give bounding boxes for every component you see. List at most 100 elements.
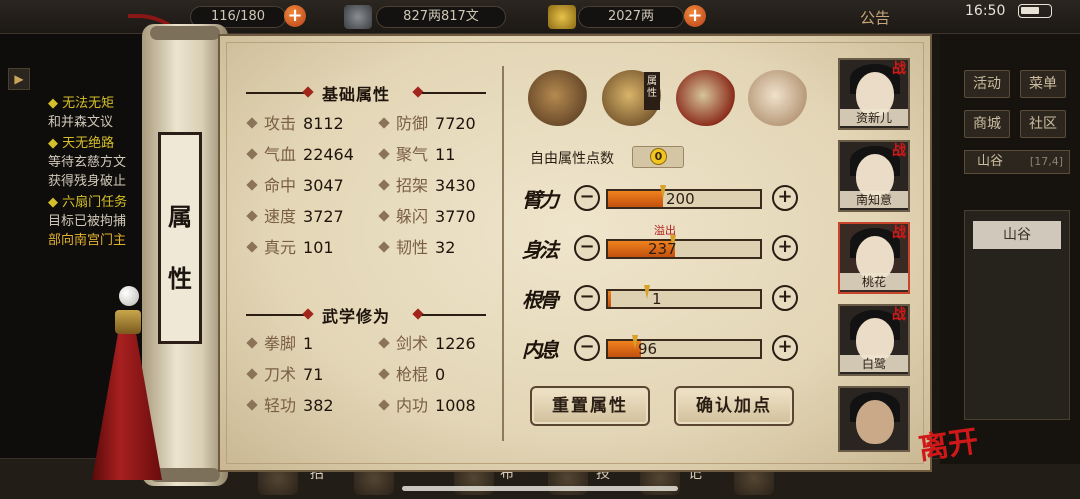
stat-label: 聚气 (396, 145, 429, 164)
quest-desc: 获得残身破止 (48, 174, 127, 189)
body-meridian-icon[interactable] (748, 70, 808, 126)
agility-value: 237 (648, 240, 677, 258)
location-coords: [17,4] (1029, 155, 1063, 168)
stat-label: 拳脚 (264, 334, 297, 353)
stat-toughness: 韧性 32 (378, 238, 456, 258)
stat-value: 32 (435, 238, 456, 257)
stat-value: 22464 (303, 145, 354, 164)
leave-button[interactable]: 离开 (915, 416, 981, 468)
quest-desc: 等待玄慈方文 (48, 155, 127, 170)
agility-bar: 237 (606, 235, 762, 259)
stat-focus: 聚气 11 (378, 145, 456, 165)
notice-button[interactable]: 公告 (860, 7, 890, 28)
location-list-item[interactable]: 山谷 (973, 221, 1061, 249)
stat-label: 命中 (264, 176, 297, 195)
breath-minus-button[interactable]: − (574, 335, 600, 361)
location-display[interactable]: [17,4] 山谷 (964, 150, 1070, 174)
menu-button[interactable]: 菜单 (1020, 70, 1066, 98)
quest-item[interactable]: ◆ 六扇门任务 目标已被拘捕 部向南宫门主 (48, 193, 127, 250)
bar-fill (608, 191, 663, 207)
bar-fill (608, 341, 642, 357)
section-title-base: 基础属性 (322, 85, 391, 104)
bar-fill (608, 291, 612, 307)
agility-plus-button[interactable]: + (772, 235, 798, 261)
stat-label: 轻功 (264, 396, 297, 415)
hat-icon[interactable] (528, 70, 588, 126)
gold-text: 2027两 (607, 9, 655, 24)
confirm-points-button[interactable]: 确认加点 (674, 386, 794, 426)
constitution-plus-button[interactable]: + (772, 285, 798, 311)
breath-bar: 96 (606, 335, 762, 359)
stat-value: 11 (435, 145, 456, 164)
stat-value: 0 (435, 365, 446, 384)
breath-plus-button[interactable]: + (772, 335, 798, 361)
quest-desc: 和并森文议 (48, 115, 114, 130)
stat-label: 攻击 (264, 114, 297, 133)
stat-attack: 攻击 8112 (246, 114, 344, 134)
stat-parry: 招架 3430 (378, 176, 476, 196)
stat-label: 剑术 (396, 334, 429, 353)
bag-add-button[interactable]: + (284, 5, 306, 27)
location-list: 山谷 (964, 210, 1070, 420)
tassel-knot-icon (115, 310, 141, 334)
section-rule (246, 92, 308, 94)
active-tab-badge: 属性 (644, 72, 660, 110)
scroll-title-char: 性 (168, 264, 192, 293)
character-portrait[interactable]: 战 白鹭 (838, 304, 910, 376)
attr-constitution-label: 根骨 (522, 288, 559, 312)
stat-value: 382 (303, 396, 334, 415)
strength-minus-button[interactable]: − (574, 185, 600, 211)
section-rule (246, 314, 308, 316)
stat-label: 枪棍 (396, 365, 429, 384)
gold-display: 2027两 (578, 6, 684, 28)
scroll-cap (150, 26, 220, 40)
stat-value: 3770 (435, 207, 476, 226)
quest-desc: 目标已被拘捕 (48, 214, 127, 229)
bag-capacity-text: 116/180 (210, 9, 265, 24)
quest-item[interactable]: ◆ 无法无矩 和并森文议 (48, 94, 114, 132)
quest-title: 无法无矩 (62, 96, 115, 111)
character-portrait[interactable]: 战 南知意 (838, 140, 910, 212)
in-battle-badge: 战 (892, 225, 906, 241)
shop-button[interactable]: 商城 (964, 110, 1010, 138)
stat-label: 真元 (264, 238, 297, 257)
reset-attributes-button[interactable]: 重置属性 (530, 386, 650, 426)
character-name: 桃花 (840, 273, 908, 290)
agility-minus-button[interactable]: − (574, 235, 600, 261)
money-display: 827两817文 (376, 6, 506, 28)
free-points-value: 0 (650, 148, 667, 165)
stat-value: 1008 (435, 396, 476, 415)
activity-button[interactable]: 活动 (964, 70, 1010, 98)
constitution-bar: 1 (606, 285, 762, 309)
skill-spear: 枪棍 0 (378, 365, 446, 385)
strength-plus-button[interactable]: + (772, 185, 798, 211)
stat-label: 速度 (264, 207, 297, 226)
community-button[interactable]: 社区 (1020, 110, 1066, 138)
stat-value: 1 (303, 334, 314, 353)
scroll-title-label: 属 性 (158, 132, 202, 344)
character-portrait[interactable] (838, 386, 910, 452)
quest-item[interactable]: ◆ 天无绝路 等待玄慈方文 获得残身破止 (48, 134, 126, 191)
character-portrait-selected[interactable]: 战 桃花 (838, 222, 910, 294)
stat-label: 躲闪 (396, 207, 429, 226)
stat-value: 8112 (303, 114, 344, 133)
stat-dodge: 躲闪 3770 (378, 207, 476, 227)
stat-value: 3430 (435, 176, 476, 195)
character-name: 资新儿 (840, 109, 908, 126)
constitution-minus-button[interactable]: − (574, 285, 600, 311)
section-rule (422, 92, 486, 94)
gold-add-button[interactable]: + (684, 5, 706, 27)
character-name: 白鹭 (840, 355, 908, 372)
scroll-title-char: 属 (168, 202, 192, 231)
stat-value: 101 (303, 238, 334, 257)
home-indicator[interactable] (402, 486, 678, 491)
stat-label: 防御 (396, 114, 429, 133)
character-portrait[interactable]: 战 资新儿 (838, 58, 910, 130)
copper-coins-icon (344, 5, 372, 29)
section-title-martial: 武学修为 (322, 307, 391, 326)
expand-arrow-icon[interactable]: ▶ (8, 68, 30, 90)
money-text: 827两817文 (403, 9, 479, 24)
stat-label: 韧性 (396, 238, 429, 257)
bagua-icon[interactable] (676, 70, 736, 126)
location-name: 山谷 (977, 154, 1004, 169)
